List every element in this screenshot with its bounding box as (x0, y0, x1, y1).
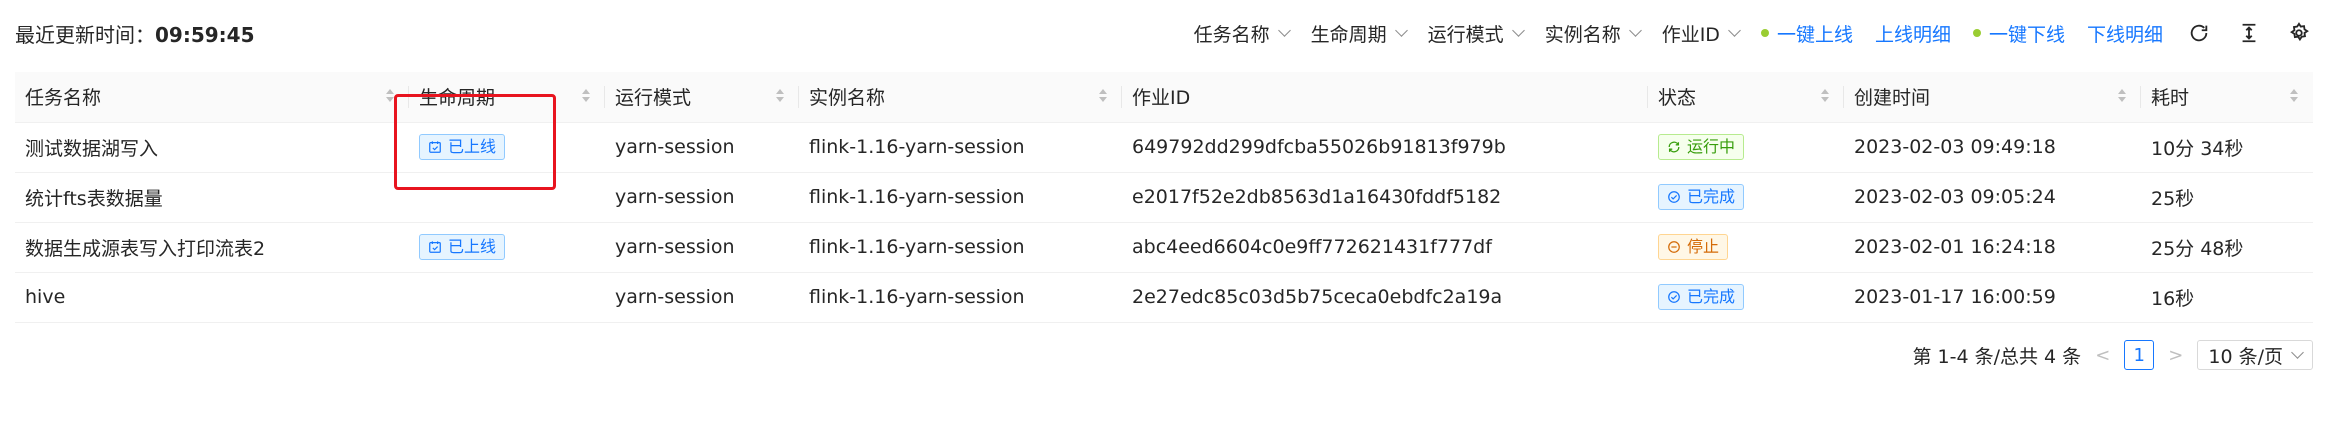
column-header-instance-name[interactable]: 实例名称 (799, 72, 1122, 123)
instance-cell: flink-1.16-yarn-session (799, 122, 1122, 173)
column-header-duration[interactable]: 耗时 (2141, 72, 2313, 123)
column-header-created-time[interactable]: 创建时间 (1844, 72, 2141, 123)
job-id-cell: abc4eed6604c0e9ff772621431f777df (1122, 222, 1648, 273)
run-mode-cell: yarn-session (605, 222, 799, 273)
sort-icon[interactable] (2117, 89, 2127, 105)
duration-cell: 25分 48秒 (2141, 222, 2313, 273)
duration-cell: 10分 34秒 (2141, 122, 2313, 173)
chevron-down-icon (1628, 24, 1642, 37)
filter-job-id[interactable]: 作业ID (1662, 20, 1741, 47)
chevron-down-icon (1511, 24, 1525, 37)
next-page-icon[interactable]: > (2168, 345, 2183, 366)
instance-cell: flink-1.16-yarn-session (799, 172, 1122, 223)
created-time-cell: 2023-01-17 16:00:59 (1844, 272, 2141, 323)
sort-icon[interactable] (775, 89, 785, 105)
lifecycle-cell (409, 172, 605, 223)
lifecycle-tag: 已上线 (419, 234, 506, 260)
status-badge: 停止 (1658, 234, 1729, 260)
lifecycle-cell (409, 272, 605, 323)
filter-run-mode[interactable]: 运行模式 (1428, 20, 1525, 47)
instance-cell: flink-1.16-yarn-session (799, 272, 1122, 323)
filter-bar: 任务名称 生命周期 运行模式 实例名称 作业ID 一键上线 上线明细 一键下线 … (1194, 19, 2313, 47)
table-row[interactable]: 统计fts表数据量 yarn-session flink-1.16-yarn-s… (15, 172, 2313, 223)
status-cell: 运行中 (1648, 122, 1844, 173)
job-id-cell: 649792dd299dfcba55026b91813f979b (1122, 122, 1648, 173)
task-name-cell: hive (15, 272, 409, 323)
column-header-task-name[interactable]: 任务名称 (15, 72, 409, 123)
instance-cell: flink-1.16-yarn-session (799, 222, 1122, 273)
prev-page-icon[interactable]: < (2095, 345, 2110, 366)
status-dot-icon (1972, 29, 1981, 37)
one-click-online-button[interactable]: 一键上线 (1760, 20, 1853, 47)
minus-circle-icon (1668, 241, 1680, 253)
offline-detail-link[interactable]: 下线明细 (2087, 20, 2163, 47)
column-height-icon[interactable] (2235, 19, 2263, 47)
created-time-cell: 2023-02-03 09:49:18 (1844, 122, 2141, 173)
status-badge: 已完成 (1658, 184, 1745, 210)
online-detail-link[interactable]: 上线明细 (1875, 20, 1951, 47)
filter-lifecycle[interactable]: 生命周期 (1311, 20, 1408, 47)
calendar-check-icon (429, 241, 441, 253)
job-table: 任务名称 生命周期 运行模式 实例名称 作业ID 状态 创建时间 耗时 测试数据… (15, 72, 2313, 323)
status-cell: 已完成 (1648, 172, 1844, 223)
duration-cell: 16秒 (2141, 272, 2313, 323)
chevron-down-icon (1394, 24, 1408, 37)
column-header-lifecycle[interactable]: 生命周期 (409, 72, 605, 123)
lifecycle-tag: 已上线 (419, 134, 506, 160)
job-id-cell: e2017f52e2db8563d1a16430fddf5182 (1122, 172, 1648, 223)
sort-icon[interactable] (1820, 89, 1830, 105)
status-badge: 运行中 (1658, 134, 1745, 160)
sync-icon (1668, 141, 1680, 153)
task-name-cell: 数据生成源表写入打印流表2 (15, 222, 409, 273)
table-header-row: 任务名称 生命周期 运行模式 实例名称 作业ID 状态 创建时间 耗时 (15, 72, 2313, 123)
pagination: 第 1-4 条/总共 4 条 < 1 > 10 条/页 (1912, 340, 2313, 370)
settings-icon[interactable] (2285, 19, 2313, 47)
last-update-label: 最近更新时间： (15, 22, 155, 47)
column-header-status[interactable]: 状态 (1648, 72, 1844, 123)
table-row[interactable]: 数据生成源表写入打印流表2 已上线 yarn-session flink-1.1… (15, 222, 2313, 273)
chevron-down-icon (1728, 24, 1741, 37)
sort-icon[interactable] (385, 89, 395, 105)
sort-icon[interactable] (1098, 89, 1108, 105)
table-row[interactable]: hive yarn-session flink-1.16-yarn-sessio… (15, 272, 2313, 323)
filter-task-name[interactable]: 任务名称 (1194, 20, 1291, 47)
status-dot-icon (1760, 29, 1769, 37)
chevron-down-icon (2291, 346, 2304, 359)
page-size-select[interactable]: 10 条/页 (2197, 340, 2313, 370)
table-row[interactable]: 测试数据湖写入 已上线 yarn-session flink-1.16-yarn… (15, 122, 2313, 173)
check-circle-icon (1668, 191, 1680, 203)
page-number-current[interactable]: 1 (2124, 340, 2155, 370)
top-bar: 最近更新时间：09:59:45 任务名称 生命周期 运行模式 实例名称 作业ID… (15, 0, 2313, 66)
task-name-cell: 测试数据湖写入 (15, 122, 409, 173)
filter-instance-name[interactable]: 实例名称 (1545, 20, 1642, 47)
sort-icon[interactable] (581, 89, 591, 105)
status-cell: 已完成 (1648, 272, 1844, 323)
calendar-check-icon (429, 141, 441, 153)
task-name-cell: 统计fts表数据量 (15, 172, 409, 223)
status-cell: 停止 (1648, 222, 1844, 273)
job-id-cell: 2e27edc85c03d5b75ceca0ebdfc2a19a (1122, 272, 1648, 323)
duration-cell: 25秒 (2141, 172, 2313, 223)
last-update-time: 09:59:45 (155, 22, 255, 47)
pagination-summary: 第 1-4 条/总共 4 条 (1912, 345, 2082, 368)
column-header-run-mode[interactable]: 运行模式 (605, 72, 799, 123)
column-header-job-id: 作业ID (1122, 72, 1648, 123)
run-mode-cell: yarn-session (605, 122, 799, 173)
run-mode-cell: yarn-session (605, 172, 799, 223)
created-time-cell: 2023-02-03 09:05:24 (1844, 172, 2141, 223)
status-badge: 已完成 (1658, 284, 1745, 310)
run-mode-cell: yarn-session (605, 272, 799, 323)
last-update: 最近更新时间：09:59:45 (15, 19, 255, 48)
check-circle-icon (1668, 291, 1680, 303)
lifecycle-cell: 已上线 (409, 122, 605, 173)
sort-icon[interactable] (2289, 89, 2299, 105)
one-click-offline-button[interactable]: 一键下线 (1972, 20, 2065, 47)
created-time-cell: 2023-02-01 16:24:18 (1844, 222, 2141, 273)
chevron-down-icon (1277, 24, 1291, 37)
refresh-icon[interactable] (2185, 19, 2213, 47)
lifecycle-cell: 已上线 (409, 222, 605, 273)
